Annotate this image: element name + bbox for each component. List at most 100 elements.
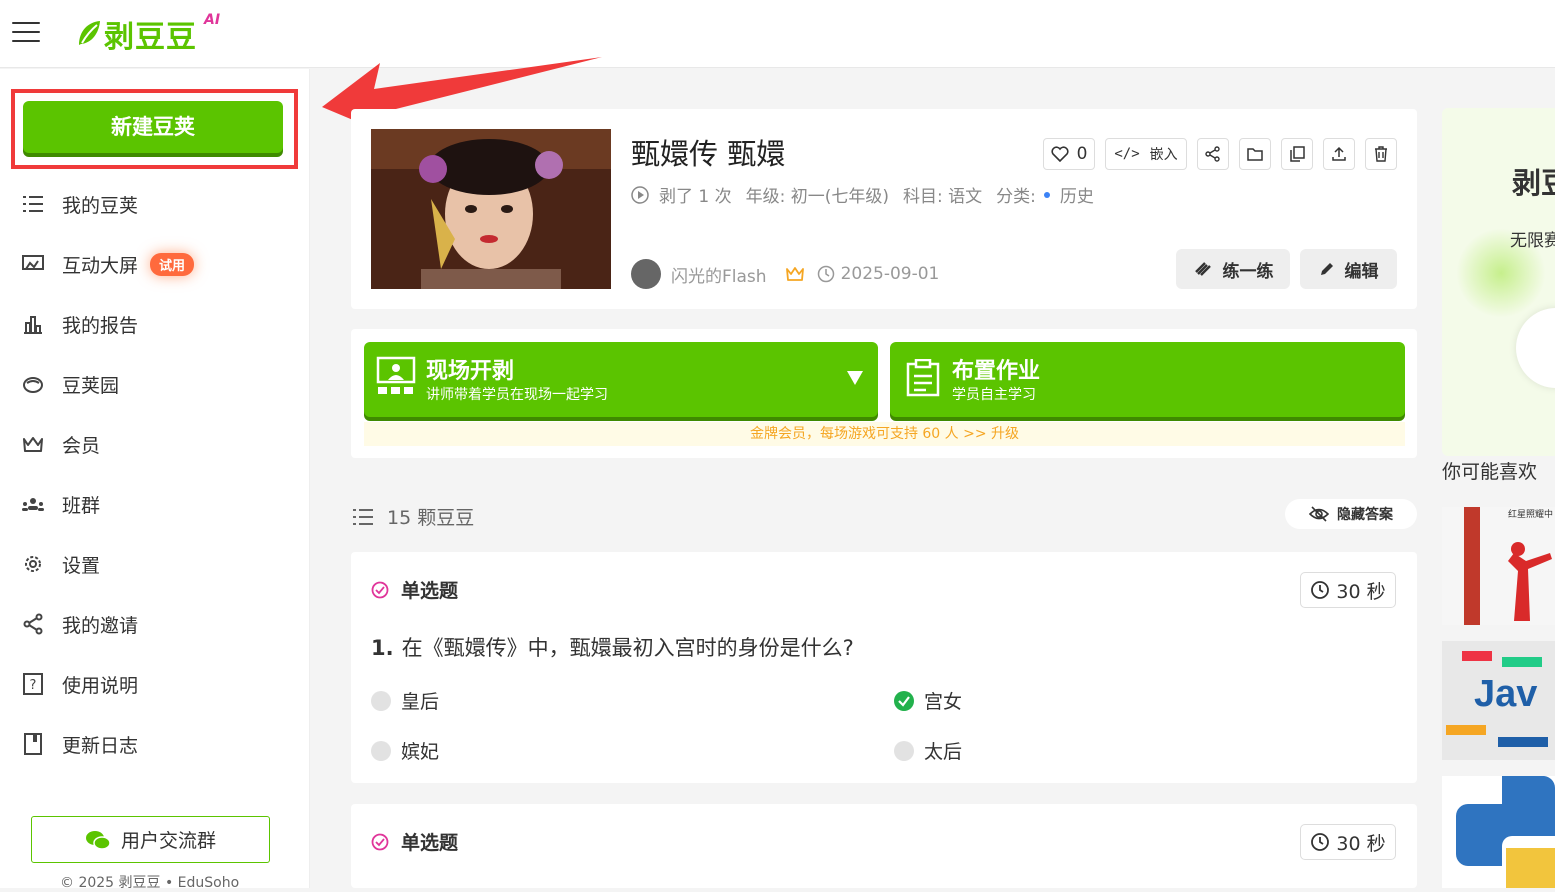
sidebar-item-help[interactable]: ? 使用说明 [20, 664, 290, 704]
embed-button[interactable]: </> 嵌入 [1105, 138, 1187, 170]
question-card: 单选题 30 秒 [351, 804, 1417, 888]
play-count: 剥了 1 次 [659, 187, 732, 207]
pod-detail-card: 甄嬛传 甄嬛 剥了 1 次 年级: 初一(七年级) 科目: 语文 分类: 历史 … [351, 109, 1417, 309]
recommend-item[interactable]: Jav [1442, 641, 1555, 760]
question-time[interactable]: 30 秒 [1300, 572, 1396, 608]
avatar[interactable] [631, 259, 661, 289]
copy-icon [1290, 146, 1305, 162]
publish-date: 2025-09-01 [840, 264, 940, 284]
trial-badge: 试用 [150, 252, 195, 276]
option[interactable]: 嫔妃 [371, 737, 439, 764]
sidebar-item-class-group[interactable]: 班群 [20, 484, 290, 524]
question-text: 1. 在《甄嬛传》中，甄嬛最初入宫时的身份是什么? [371, 636, 854, 660]
author-name[interactable]: 闪光的Flash [671, 262, 767, 287]
python-logo-icon [1456, 776, 1555, 888]
user-group-button[interactable]: 用户交流群 [31, 816, 270, 863]
trash-icon [1375, 146, 1387, 162]
sidebar-item-my-pods[interactable]: 我的豆荚 [20, 184, 290, 224]
radio-icon [371, 740, 391, 761]
folder-icon [1247, 148, 1263, 161]
option-correct[interactable]: 宫女 [894, 687, 962, 714]
sidebar-item-pod-garden[interactable]: 豆荚园 [20, 364, 290, 404]
like-button[interactable]: 0 [1043, 138, 1095, 170]
question-type: 单选题 [371, 828, 458, 855]
menu-icon[interactable] [12, 22, 40, 44]
sidebar-item-reports[interactable]: 我的报告 [20, 304, 290, 344]
book-spine [1464, 507, 1480, 625]
membership-notice[interactable]: 金牌会员，每场游戏可支持 60 人 >> 升级 [364, 422, 1405, 446]
logo[interactable]: 剥豆豆 AI [76, 12, 220, 55]
crown-icon [20, 431, 46, 457]
practice-button[interactable]: 练一练 [1176, 249, 1290, 289]
sidebar: 新建豆荚 我的豆荚 互动大屏 试用 我的报告 豆荚园 会员 班群 设置 我的邀请… [0, 69, 310, 891]
sidebar-item-label: 我的豆荚 [62, 194, 139, 217]
radio-icon [894, 740, 914, 761]
sidebar-item-membership[interactable]: 会员 [20, 424, 290, 464]
sidebar-item-label: 我的报告 [62, 314, 139, 337]
clipboard-icon [906, 359, 940, 397]
promo-subtitle: 无限赛 [1510, 231, 1555, 251]
sidebar-item-label: 会员 [62, 434, 101, 457]
cloud-icon [20, 371, 46, 397]
question-count: 15 颗豆豆 [353, 503, 474, 530]
option[interactable]: 太后 [894, 737, 962, 764]
edit-button[interactable]: 编辑 [1300, 249, 1397, 289]
code-icon: </> [1114, 146, 1140, 162]
question-card: 单选题 30 秒 1. 在《甄嬛传》中，甄嬛最初入宫时的身份是什么? 皇后 宫女 … [351, 552, 1417, 783]
promo-title: 剥豆 [1512, 166, 1555, 200]
option[interactable]: 皇后 [371, 687, 439, 714]
figure-illustration-icon [1508, 542, 1552, 621]
pencil-icon [1320, 263, 1333, 275]
delete-button[interactable] [1365, 138, 1397, 170]
recommend-item[interactable]: 红星照耀中 [1442, 507, 1555, 625]
sidebar-item-interactive-screen[interactable]: 互动大屏 试用 [20, 244, 290, 284]
live-play-subtitle: 讲师带着学员在现场一起学习 [426, 387, 608, 403]
user-group-label: 用户交流群 [120, 830, 216, 852]
pod-toolbar: 0 </> 嵌入 [1043, 138, 1397, 170]
sidebar-item-changelog[interactable]: 更新日志 [20, 724, 290, 764]
sidebar-item-label: 设置 [62, 554, 101, 577]
recommend-text: Jav [1474, 673, 1538, 715]
logo-text: 剥豆豆 [104, 20, 197, 55]
radio-icon [371, 690, 391, 711]
cover-image [371, 129, 611, 289]
share-button[interactable] [1197, 138, 1229, 170]
export-button[interactable] [1323, 138, 1355, 170]
like-count: 0 [1076, 144, 1088, 164]
sidebar-item-label: 互动大屏 [62, 254, 139, 277]
promo-panel[interactable]: 剥豆 无限赛 [1442, 108, 1555, 456]
homework-title: 布置作业 [952, 359, 1041, 384]
grade: 年级: 初一(七年级) [745, 187, 890, 207]
caret-down-icon[interactable] [846, 370, 864, 386]
subject: 科目: 语文 [903, 187, 983, 207]
sidebar-item-label: 使用说明 [62, 674, 139, 697]
sidebar-item-invitations[interactable]: 我的邀请 [20, 604, 290, 644]
list-icon [20, 191, 46, 217]
screen-icon [20, 251, 46, 277]
copy-button[interactable] [1281, 138, 1313, 170]
list-icon [353, 508, 373, 525]
heart-icon [1051, 146, 1069, 162]
book-icon [20, 731, 46, 757]
sidebar-item-label: 更新日志 [62, 734, 139, 757]
bar-chart-icon [20, 311, 46, 337]
hide-answers-button[interactable]: 隐藏答案 [1285, 499, 1417, 529]
recommend-item[interactable] [1442, 776, 1555, 888]
sidebar-item-settings[interactable]: 设置 [20, 544, 290, 584]
check-circle-icon [371, 833, 389, 850]
svg-text:?: ? [30, 678, 37, 693]
share-icon [1205, 146, 1220, 162]
sidebar-item-label: 班群 [62, 494, 101, 517]
live-play-button[interactable]: 现场开剥 讲师带着学员在现场一起学习 [364, 342, 878, 417]
question-time[interactable]: 30 秒 [1300, 824, 1396, 860]
recommend-text: 红星照耀中 [1508, 510, 1554, 520]
arrow-decoration [1446, 725, 1486, 735]
new-pod-button[interactable]: 新建豆荚 [23, 101, 283, 153]
assign-homework-button[interactable]: 布置作业 学员自主学习 [890, 342, 1405, 417]
upload-icon [1332, 146, 1346, 161]
folder-button[interactable] [1239, 138, 1271, 170]
page-title: 甄嬛传 甄嬛 [631, 137, 786, 171]
play-icon [631, 185, 649, 204]
category-dot-icon [1043, 191, 1050, 198]
check-circle-icon [371, 581, 389, 598]
